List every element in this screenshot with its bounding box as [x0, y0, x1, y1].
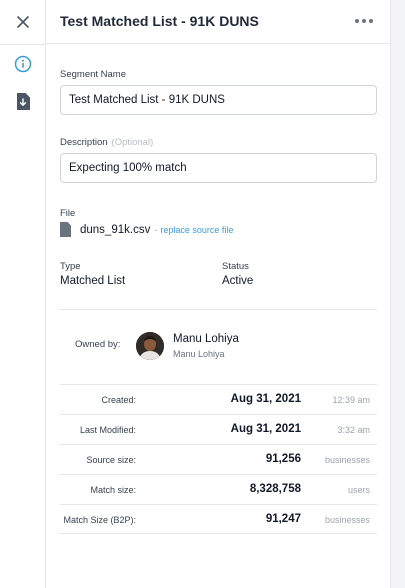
stat-label: Match size: [90, 485, 136, 495]
stat-unit: users [347, 485, 370, 495]
status-label: Status [222, 261, 249, 272]
stat-value: Aug 31, 2021 [230, 423, 301, 435]
stat-label: Created: [101, 395, 136, 405]
stat-unit: 12:39 am [332, 395, 370, 405]
file-label: File [60, 208, 76, 219]
stat-row-created: Created: Aug 31, 2021 12:39 am [60, 384, 377, 414]
stat-value: 91,247 [265, 513, 301, 525]
side-rail [0, 0, 46, 588]
stat-unit: businesses [324, 455, 370, 465]
file-separator: - [154, 224, 158, 235]
stat-row-last-modified: Last Modified: Aug 31, 2021 3:32 am [60, 414, 377, 444]
type-label: Type [60, 261, 81, 272]
description-label: Description (Optional) [60, 137, 153, 148]
file-icon [60, 222, 71, 237]
more-options-icon[interactable] [355, 14, 373, 28]
type-value: Matched List [60, 275, 126, 287]
stat-unit: businesses [324, 515, 370, 525]
stat-row-match-size-b2p: Match Size (B2P): 91,247 businesses [60, 504, 377, 534]
stat-value: 8,328,758 [249, 483, 301, 495]
file-row: duns_91k.csv - replace source file [60, 222, 233, 237]
section-divider [60, 309, 377, 310]
stat-row-match-size: Match size: 8,328,758 users [60, 474, 377, 504]
replace-source-file-link[interactable]: replace source file [160, 225, 233, 235]
page-title: Test Matched List - 91K DUNS [60, 13, 259, 29]
segment-details-panel: Test Matched List - 91K DUNS Segment Nam… [46, 0, 391, 588]
optional-hint: (Optional) [111, 137, 154, 148]
stat-value: 91,256 [265, 453, 301, 465]
stats-table: Created: Aug 31, 2021 12:39 am Last Modi… [60, 384, 377, 534]
panel-header: Test Matched List - 91K DUNS [46, 0, 391, 44]
description-input[interactable] [60, 153, 377, 183]
segment-name-input[interactable] [60, 85, 377, 115]
stat-unit: 3:32 am [337, 425, 370, 435]
stat-label: Match Size (B2P): [63, 515, 136, 525]
stat-label: Source size: [86, 455, 136, 465]
stat-value: Aug 31, 2021 [230, 393, 301, 405]
stat-row-source-size: Source size: 91,256 businesses [60, 444, 377, 474]
status-value: Active [222, 275, 254, 287]
segment-name-label: Segment Name [60, 69, 127, 80]
file-name: duns_91k.csv [80, 223, 151, 236]
close-icon[interactable] [13, 12, 33, 32]
avatar [136, 332, 164, 360]
rail-divider [0, 44, 46, 45]
info-icon[interactable] [14, 55, 32, 73]
download-file-icon[interactable] [16, 93, 30, 110]
stat-label: Last Modified: [79, 425, 136, 435]
owner-subtitle: Manu Lohiya [173, 349, 225, 359]
description-label-text: Description [60, 137, 108, 148]
owner-name: Manu Lohiya [173, 333, 239, 345]
owned-by-label: Owned by: [75, 339, 121, 350]
